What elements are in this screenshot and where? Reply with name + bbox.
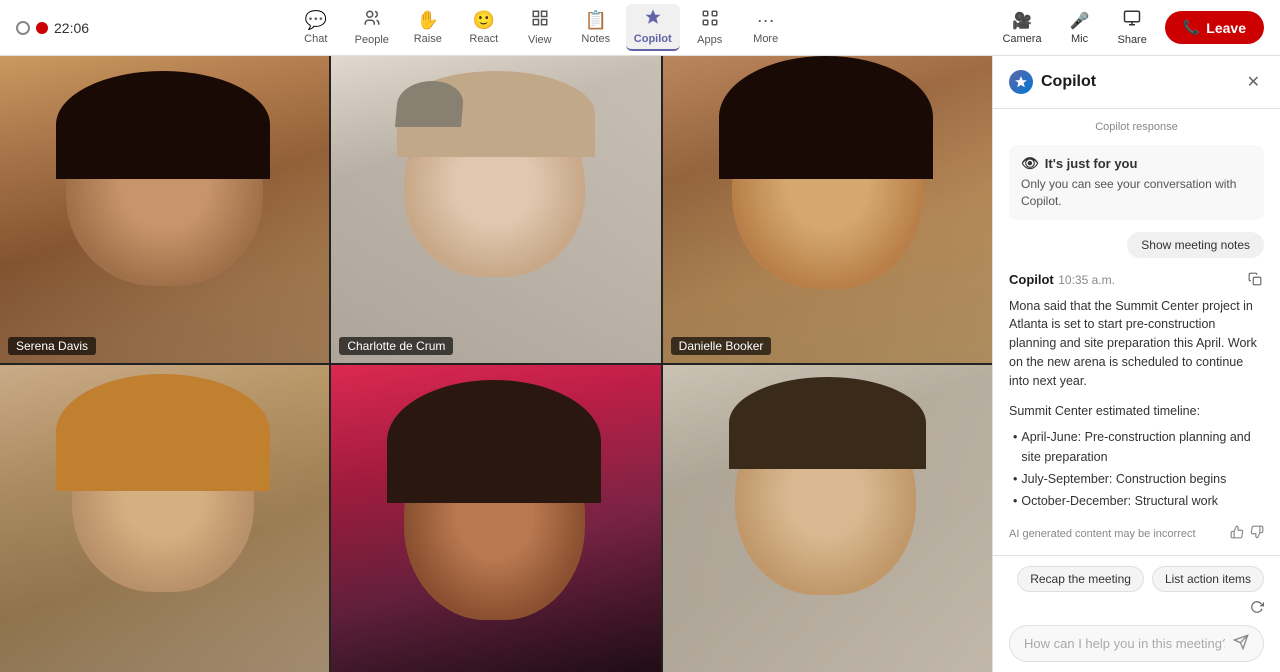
leave-button[interactable]: 📞 Leave [1165,11,1264,44]
nav-copilot-label: Copilot [634,33,672,45]
copilot-message: Copilot 10:35 a.m. Mona said that the Su… [1009,270,1264,514]
copilot-nav-icon [644,8,662,31]
video-cell-p6 [663,365,992,672]
copilot-footer: Recap the meeting List action items [993,555,1280,672]
copilot-title-text: Copilot [1041,73,1096,91]
mic-icon: 🎤 [1070,11,1090,31]
camera-icon: 🎥 [1012,11,1032,31]
more-icon: ··· [757,10,775,31]
recap-button[interactable]: Recap the meeting [1017,566,1144,592]
message-timestamp: 10:35 a.m. [1058,273,1115,287]
leave-phone-icon: 📞 [1183,19,1200,36]
privacy-notice: 👁 It's just for you Only you can see you… [1009,145,1264,220]
previous-message-hint: Copilot response [1009,121,1264,133]
copilot-logo-icon [1009,70,1033,94]
label-serena: Serena Davis [8,337,96,355]
nav-apps-label: Apps [697,34,722,46]
thumbs-up-button[interactable] [1230,525,1244,542]
chat-icon: 💬 [305,10,327,31]
nav-view[interactable]: View [514,5,566,50]
top-bar: 22:06 💬 Chat People ✋ Raise 🙂 React View [0,0,1280,56]
camera-button[interactable]: 🎥 Camera [992,7,1051,49]
show-meeting-notes-button[interactable]: Show meeting notes [1127,232,1264,258]
view-icon [531,9,549,32]
nav-notes-label: Notes [581,33,610,45]
list-actions-button[interactable]: List action items [1152,566,1264,592]
nav-chat[interactable]: 💬 Chat [290,6,342,49]
refresh-button[interactable] [1250,600,1264,617]
nav-notes[interactable]: 📋 Notes [570,6,622,49]
timeline-item-1-text: April-June: Pre-construction planning an… [1021,427,1264,467]
timer: 22:06 [54,20,89,36]
thumbs-down-button[interactable] [1250,525,1264,542]
timeline-list: • April-June: Pre-construction planning … [1009,427,1264,513]
react-icon: 🙂 [473,10,495,31]
nav-raise-label: Raise [414,33,442,45]
leave-label: Leave [1206,20,1246,36]
privacy-title: It's just for you [1045,156,1138,171]
nav-bar: 💬 Chat People ✋ Raise 🙂 React View 📋 Not… [290,4,792,51]
feedback-buttons [1230,525,1264,542]
timeline-item-2: • July-September: Construction begins [1013,469,1264,489]
label-danielle: Danielle Booker [671,337,772,355]
record-indicator: 22:06 [16,20,89,36]
privacy-text: Only you can see your conversation with … [1021,176,1252,210]
copilot-panel: Copilot ✕ Copilot response 👁 It's just f… [992,56,1280,672]
chat-input[interactable] [1024,636,1225,651]
timeline-item-1: • April-June: Pre-construction planning … [1013,427,1264,467]
share-icon [1123,9,1141,32]
share-label: Share [1117,34,1146,46]
circle-icon [16,21,30,35]
top-bar-left: 22:06 [16,20,89,36]
apps-icon [701,9,719,32]
raise-icon: ✋ [417,10,439,31]
timeline-item-3: • October-December: Structural work [1013,491,1264,511]
label-charlotte: Charlotte de Crum [339,337,453,355]
people-icon [363,9,381,32]
timeline-item-3-text: October-December: Structural work [1021,491,1218,511]
video-cell-p5 [331,365,660,672]
nav-view-label: View [528,34,552,46]
video-grid: Serena Davis Charlotte de Crum Danielle … [0,56,992,672]
mic-button[interactable]: 🎤 Mic [1060,7,1100,49]
nav-chat-label: Chat [304,33,327,45]
disclaimer-text: AI generated content may be incorrect [1009,528,1196,540]
copilot-title: Copilot [1009,70,1096,94]
mic-label: Mic [1071,33,1088,45]
top-bar-right: 🎥 Camera 🎤 Mic Share 📞 Leave [992,5,1264,50]
ai-disclaimer: AI generated content may be incorrect [1009,525,1264,542]
record-dot [36,22,48,34]
nav-more[interactable]: ··· More [740,6,792,49]
copy-message-button[interactable] [1246,270,1264,291]
message-header: Copilot 10:35 a.m. [1009,270,1264,291]
send-icon[interactable] [1233,634,1249,653]
nav-react-label: React [469,33,498,45]
chat-input-area [1009,625,1264,662]
message-body: Mona said that the Summit Center project… [1009,297,1264,391]
nav-raise[interactable]: ✋ Raise [402,6,454,49]
copilot-body: Copilot response 👁 It's just for you Onl… [993,109,1280,555]
notes-icon: 📋 [585,10,607,31]
camera-label: Camera [1002,33,1041,45]
video-cell-serena: Serena Davis [0,56,329,363]
copilot-header: Copilot ✕ [993,56,1280,109]
message-sender: Copilot [1009,272,1054,287]
eye-icon: 👁 [1021,155,1039,172]
video-cell-charlotte: Charlotte de Crum [331,56,660,363]
video-cell-danielle: Danielle Booker [663,56,992,363]
timeline-item-2-text: July-September: Construction begins [1021,469,1226,489]
nav-people-label: People [355,34,389,46]
nav-more-label: More [753,33,778,45]
timeline-header: Summit Center estimated timeline: [1009,402,1264,421]
nav-copilot[interactable]: Copilot [626,4,680,51]
privacy-notice-header: 👁 It's just for you [1021,155,1252,172]
nav-people[interactable]: People [346,5,398,50]
close-copilot-button[interactable]: ✕ [1243,68,1264,96]
video-cell-p4 [0,365,329,672]
main-area: Serena Davis Charlotte de Crum Danielle … [0,56,1280,672]
nav-react[interactable]: 🙂 React [458,6,510,49]
share-button[interactable]: Share [1107,5,1156,50]
quick-actions: Recap the meeting List action items [1009,566,1264,617]
nav-apps[interactable]: Apps [684,5,736,50]
